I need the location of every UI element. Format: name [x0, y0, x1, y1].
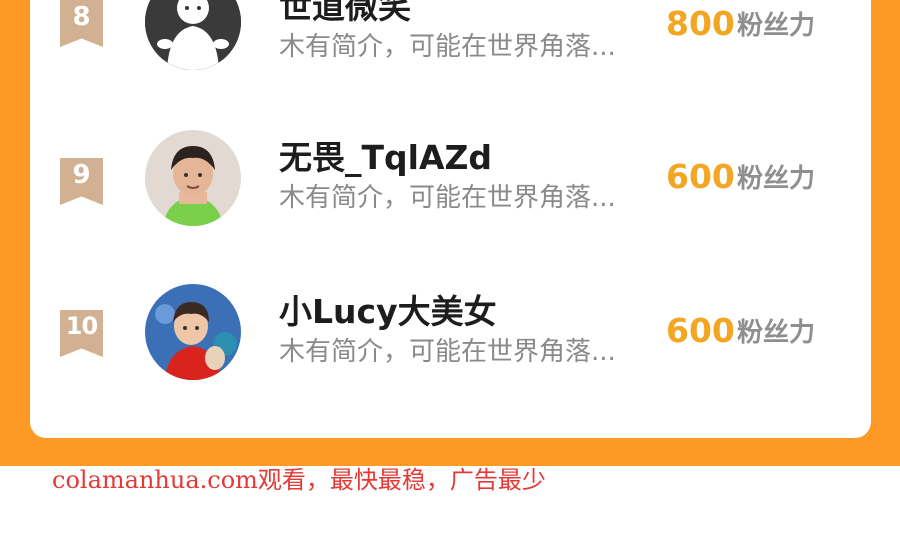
avatar[interactable] — [145, 284, 241, 380]
list-item[interactable]: 8 世道微笑 木有简介，可能在世界角落... 800 粉丝力 — [30, 0, 871, 100]
fan-score: 600 — [666, 311, 735, 350]
avatar[interactable] — [145, 0, 241, 70]
ghost-avatar-icon — [145, 0, 241, 70]
user-bio: 木有简介，可能在世界角落... — [279, 32, 616, 62]
child-red-vest-avatar-icon — [145, 284, 241, 380]
user-bio: 木有简介，可能在世界角落... — [279, 183, 616, 213]
rank-number: 10 — [65, 312, 98, 340]
list-item[interactable]: 10 小Lucy大美女 木有简介，可能在世界角落... 600 粉丝力 — [30, 284, 871, 404]
fan-score-unit: 粉丝力 — [737, 11, 816, 41]
list-item[interactable]: 9 无畏_TqlAZd 木有简介，可能在世界角落... 600 粉丝力 — [30, 130, 871, 250]
rank-badge: 8 — [60, 0, 103, 47]
rank-number: 9 — [72, 160, 91, 190]
user-name[interactable]: 小Lucy大美女 — [279, 292, 497, 332]
fan-score-unit: 粉丝力 — [737, 318, 816, 348]
fan-score-unit: 粉丝力 — [737, 164, 816, 194]
fan-score: 800 — [666, 4, 735, 43]
rank-number: 8 — [72, 2, 91, 32]
rank-badge: 9 — [60, 158, 103, 205]
user-name[interactable]: 世道微笑 — [279, 0, 411, 27]
fan-score: 600 — [666, 157, 735, 196]
user-name[interactable]: 无畏_TqlAZd — [279, 138, 492, 178]
watermark-text: colamanhua.com观看，最快最稳，广告最少 — [52, 466, 546, 494]
avatar[interactable] — [145, 130, 241, 226]
child-photo-avatar-icon — [145, 130, 241, 226]
user-bio: 木有简介，可能在世界角落... — [279, 337, 616, 367]
rank-badge: 10 — [60, 310, 103, 357]
ranking-card: 8 世道微笑 木有简介，可能在世界角落... 800 粉丝力 9 无畏_TqlA… — [30, 0, 871, 438]
